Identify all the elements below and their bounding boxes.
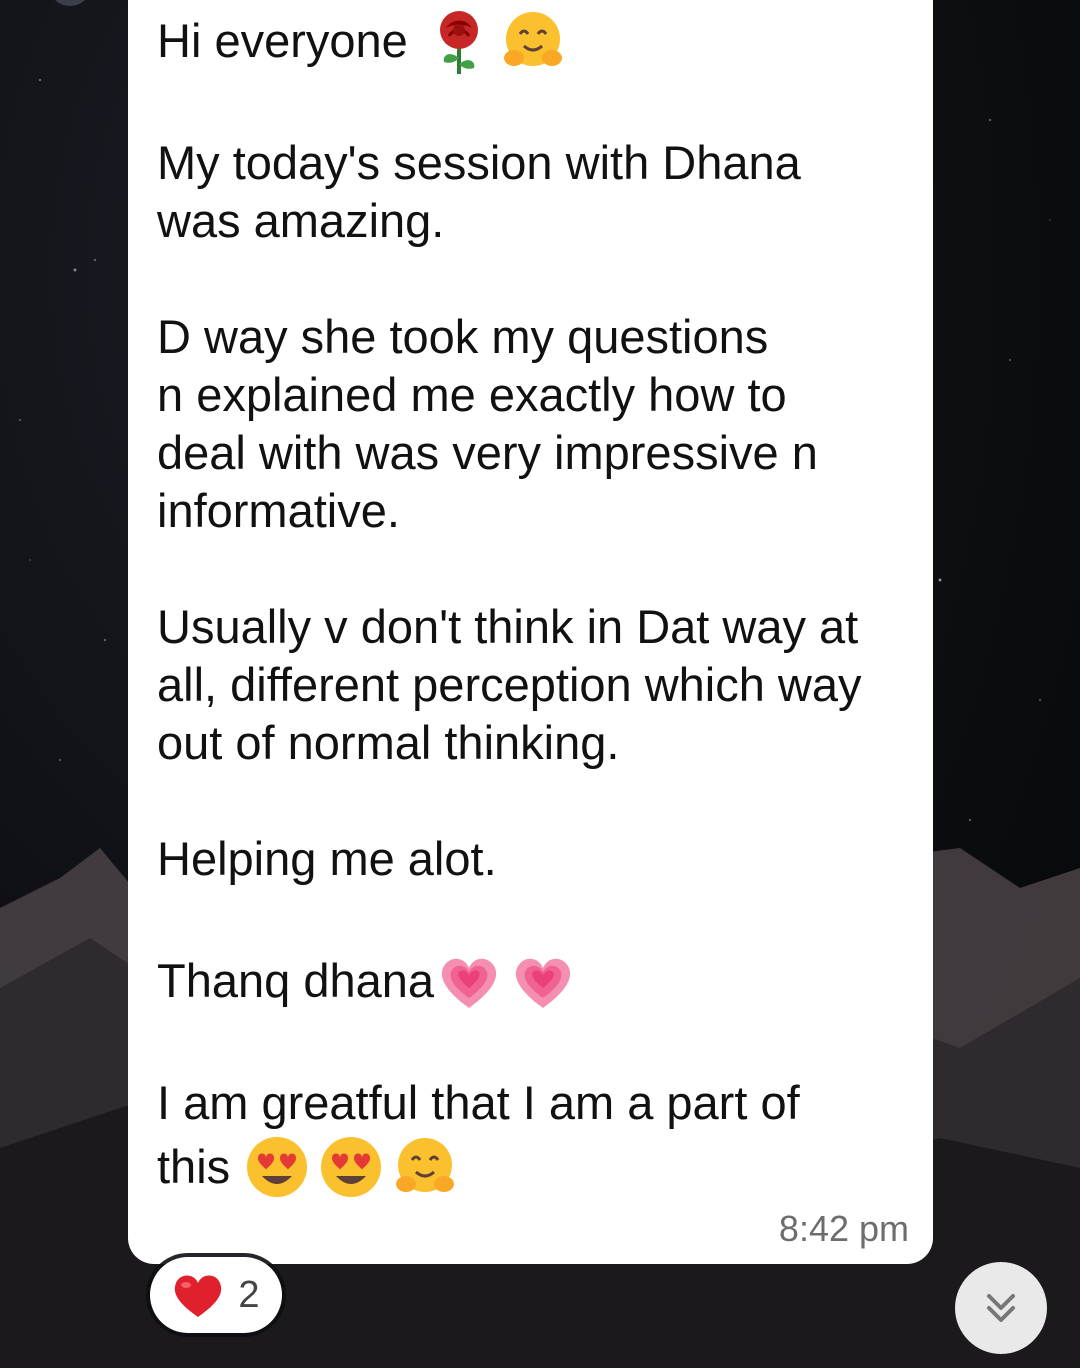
message-text: Thanq dhana [157, 954, 435, 1007]
message-text: Usually v don't think in Dat way at [157, 600, 859, 653]
message-bubble[interactable]: Hi everyone My today's session with Dhan… [128, 0, 933, 1264]
message-text: was amazing. [157, 194, 445, 247]
rose-icon [424, 6, 494, 76]
message-paragraph: Thanq dhana [157, 946, 905, 1016]
message-text: informative. [157, 484, 400, 537]
message-text: all, different perception which way [157, 658, 862, 711]
message-paragraph: Usually v don't think in Dat way at all,… [157, 598, 905, 772]
red-heart-icon [172, 1271, 224, 1319]
hugging-face-icon [390, 1132, 460, 1202]
message-text: out of normal thinking. [157, 716, 620, 769]
message-text: deal with was very impressive n [157, 426, 818, 479]
message-text: Helping me alot. [157, 832, 497, 885]
growing-heart-icon [434, 946, 504, 1016]
growing-heart-icon [508, 946, 578, 1016]
message-paragraph: My today's session with Dhana was amazin… [157, 134, 905, 250]
message-paragraph: D way she took my questions n explained … [157, 308, 905, 540]
scroll-to-bottom-button[interactable] [955, 1262, 1047, 1354]
heart-eyes-face-icon [316, 1132, 386, 1202]
double-chevron-down-icon [981, 1288, 1021, 1328]
message-text: n explained me exactly how to [157, 368, 787, 421]
message-text: D way she took my questions [157, 310, 769, 363]
message-text: this [157, 1140, 231, 1193]
heart-eyes-face-icon [242, 1132, 312, 1202]
message-timestamp: 8:42 pm [778, 1208, 909, 1249]
message-text: I am greatful that I am a part of [157, 1076, 800, 1129]
message-paragraph: Hi everyone [157, 6, 905, 76]
message-paragraph: Helping me alot. [157, 830, 905, 888]
reaction-count: 2 [238, 1273, 260, 1316]
message-text: My today's session with Dhana [157, 136, 801, 189]
message-text: Hi everyone [157, 14, 408, 67]
hugging-face-icon [498, 6, 568, 76]
message-paragraph: I am greatful that I am a part of this [157, 1074, 905, 1202]
reaction-badge[interactable]: 2 [150, 1257, 282, 1333]
